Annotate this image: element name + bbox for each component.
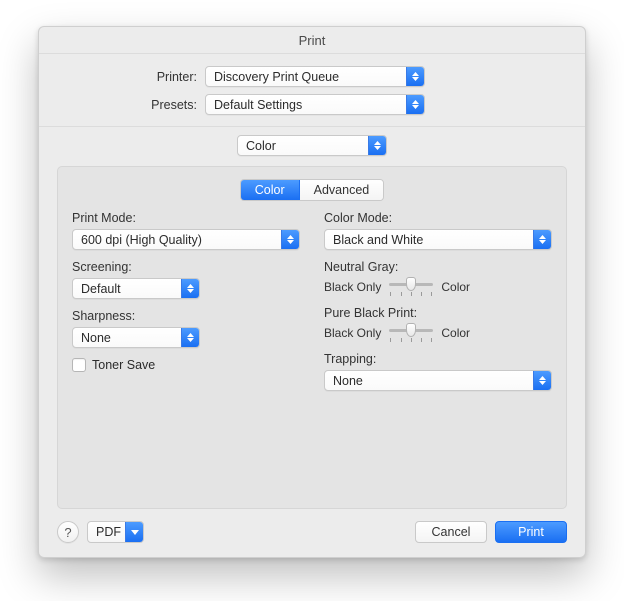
presets-label: Presets: <box>57 98 205 112</box>
printer-value: Discovery Print Queue <box>206 70 406 84</box>
tab-bar: Color Advanced <box>72 179 552 201</box>
print-mode-value: 600 dpi (High Quality) <box>73 233 281 247</box>
slider-left-label: Black Only <box>324 280 381 294</box>
window-title: Print <box>39 27 585 54</box>
toner-save-label: Toner Save <box>92 358 155 372</box>
section-popup[interactable]: Color <box>237 135 387 156</box>
presets-value: Default Settings <box>206 98 406 112</box>
tab-advanced[interactable]: Advanced <box>299 180 384 200</box>
cancel-button[interactable]: Cancel <box>415 521 487 543</box>
slider-left-label: Black Only <box>324 326 381 340</box>
screening-label: Screening: <box>72 260 300 274</box>
neutral-gray-slider[interactable] <box>389 278 433 296</box>
pdf-menu-button[interactable]: PDF <box>87 521 144 543</box>
chevron-down-icon <box>125 522 143 542</box>
slider-right-label: Color <box>441 280 470 294</box>
popup-arrows-icon <box>181 328 199 347</box>
color-mode-value: Black and White <box>325 233 533 247</box>
sharpness-popup[interactable]: None <box>72 327 200 348</box>
left-column: Print Mode: 600 dpi (High Quality) Scree… <box>72 211 300 401</box>
options-panel: Color Advanced Print Mode: 600 dpi (High… <box>57 166 567 509</box>
print-button[interactable]: Print <box>495 521 567 543</box>
popup-arrows-icon <box>406 95 424 114</box>
popup-arrows-icon <box>533 371 551 390</box>
color-mode-popup[interactable]: Black and White <box>324 229 552 250</box>
print-mode-label: Print Mode: <box>72 211 300 225</box>
pure-black-label: Pure Black Print: <box>324 306 552 320</box>
toner-save-checkbox[interactable] <box>72 358 86 372</box>
print-dialog: Print Printer: Discovery Print Queue Pre… <box>38 26 586 558</box>
popup-arrows-icon <box>533 230 551 249</box>
trapping-value: None <box>325 374 533 388</box>
help-icon: ? <box>64 525 71 540</box>
sharpness-value: None <box>73 331 181 345</box>
right-column: Color Mode: Black and White Neutral Gray… <box>322 211 552 401</box>
popup-arrows-icon <box>368 136 386 155</box>
popup-arrows-icon <box>281 230 299 249</box>
tab-color[interactable]: Color <box>241 180 299 200</box>
trapping-label: Trapping: <box>324 352 552 366</box>
presets-popup[interactable]: Default Settings <box>205 94 425 115</box>
popup-arrows-icon <box>181 279 199 298</box>
divider <box>39 126 585 127</box>
section-value: Color <box>238 139 368 153</box>
screening-popup[interactable]: Default <box>72 278 200 299</box>
dialog-footer: ? PDF Cancel Print <box>39 509 585 557</box>
slider-right-label: Color <box>441 326 470 340</box>
neutral-gray-label: Neutral Gray: <box>324 260 552 274</box>
popup-arrows-icon <box>406 67 424 86</box>
printer-label: Printer: <box>57 70 205 84</box>
dialog-content: Printer: Discovery Print Queue Presets: … <box>39 54 585 509</box>
sharpness-label: Sharpness: <box>72 309 300 323</box>
print-mode-popup[interactable]: 600 dpi (High Quality) <box>72 229 300 250</box>
screening-value: Default <box>73 282 181 296</box>
color-mode-label: Color Mode: <box>324 211 552 225</box>
pdf-label: PDF <box>96 525 121 539</box>
help-button[interactable]: ? <box>57 521 79 543</box>
pure-black-slider[interactable] <box>389 324 433 342</box>
trapping-popup[interactable]: None <box>324 370 552 391</box>
printer-popup[interactable]: Discovery Print Queue <box>205 66 425 87</box>
